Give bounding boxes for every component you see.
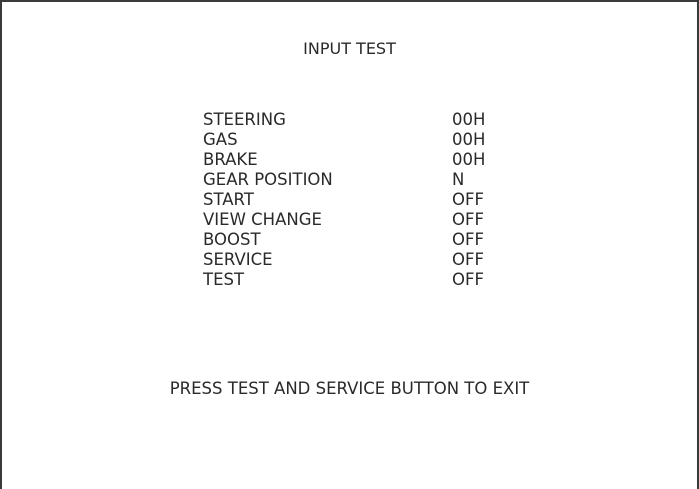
input-value: OFF [452, 270, 484, 289]
input-value: 00H [452, 150, 486, 169]
input-label: VIEW CHANGE [203, 210, 322, 229]
exit-instructions: PRESS TEST AND SERVICE BUTTON TO EXIT [169, 379, 530, 398]
input-row-start: START OFF [203, 190, 523, 210]
input-label: STEERING [203, 110, 286, 129]
input-value: OFF [452, 250, 484, 269]
input-row-brake: BRAKE 00H [203, 150, 523, 170]
input-row-boost: BOOST OFF [203, 230, 523, 250]
input-value: OFF [452, 210, 484, 229]
input-label: BRAKE [203, 150, 258, 169]
input-row-gas: GAS 00H [203, 130, 523, 150]
input-value: OFF [452, 190, 484, 209]
input-label: GEAR POSITION [203, 170, 333, 189]
input-value: 00H [452, 130, 486, 149]
input-status-list: STEERING 00H GAS 00H BRAKE 00H GEAR POSI… [203, 110, 523, 290]
input-row-service: SERVICE OFF [203, 250, 523, 270]
input-row-view-change: VIEW CHANGE OFF [203, 210, 523, 230]
input-value: 00H [452, 110, 486, 129]
input-row-gear-position: GEAR POSITION N [203, 170, 523, 190]
input-label: START [203, 190, 254, 209]
input-row-steering: STEERING 00H [203, 110, 523, 130]
input-row-test: TEST OFF [203, 270, 523, 290]
input-label: BOOST [203, 230, 261, 249]
input-label: SERVICE [203, 250, 273, 269]
input-label: GAS [203, 130, 238, 149]
input-value: N [452, 170, 465, 189]
input-label: TEST [203, 270, 245, 289]
screen-title: INPUT TEST [303, 39, 396, 58]
input-test-screen: INPUT TEST STEERING 00H GAS 00H BRAKE 00… [0, 0, 699, 489]
input-value: OFF [452, 230, 484, 249]
